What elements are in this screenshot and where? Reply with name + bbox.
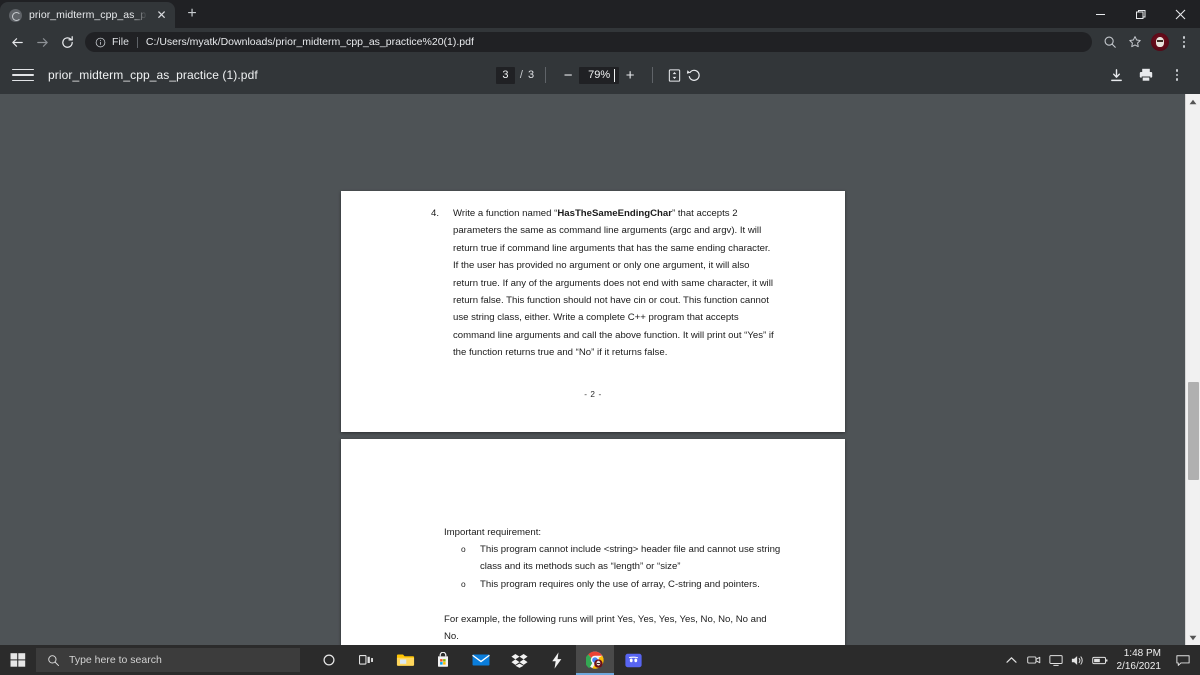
fit-page-icon[interactable] (664, 65, 684, 85)
microsoft-store-icon[interactable] (424, 645, 462, 675)
browser-tab[interactable]: prior_midterm_cpp_as_practice (1 ✕ (0, 2, 175, 28)
windows-start-icon[interactable] (0, 645, 36, 675)
close-icon[interactable]: ✕ (154, 8, 169, 23)
search-input[interactable]: Type here to search (36, 648, 300, 672)
volume-icon[interactable] (1067, 645, 1089, 675)
pdf-toolbar-actions (1106, 63, 1188, 87)
mail-icon[interactable] (462, 645, 500, 675)
file-explorer-icon[interactable] (386, 645, 424, 675)
search-icon (48, 654, 60, 666)
question-text-part2: ” that accepts 2 parameters the same as … (453, 208, 774, 359)
browser-toolbar: File C:/Users/myatk/Downloads/prior_midt… (0, 28, 1200, 56)
discord-icon[interactable] (614, 645, 652, 675)
page-number-input[interactable]: 3 (495, 66, 515, 84)
list-item: o This program requires only the use of … (444, 576, 784, 593)
bullet-marker-icon: o (461, 544, 466, 554)
pdf-page-2: 4. Write a function named “HasTheSameEnd… (341, 191, 845, 432)
zoom-in-button[interactable]: + (619, 64, 641, 86)
rotate-icon[interactable] (684, 65, 704, 85)
restore-icon[interactable] (1120, 0, 1160, 28)
cortana-icon[interactable] (310, 645, 348, 675)
windows-taskbar: Type here to search 1:48 PM 2/16/2021 (0, 645, 1200, 675)
clock-date: 2/16/2021 (1116, 661, 1162, 672)
chrome-browser-window: prior_midterm_cpp_as_practice (1 ✕ + (0, 0, 1200, 645)
scroll-down-arrow-icon[interactable] (1186, 630, 1200, 645)
clock-time: 1:48 PM (1123, 648, 1161, 659)
kebab-menu-icon[interactable] (1173, 30, 1195, 54)
battery-icon[interactable] (1089, 645, 1111, 675)
total-pages-label: 3 (527, 69, 535, 81)
address-bar[interactable]: File C:/Users/myatk/Downloads/prior_midt… (85, 32, 1092, 52)
pdf-page-3: Important requirement: o This program ca… (341, 439, 845, 645)
zoom-level-input[interactable]: 79% (579, 66, 620, 84)
question-4: 4. Write a function named “HasTheSameEnd… (431, 205, 776, 362)
globe-icon (9, 8, 22, 22)
forward-arrow-icon[interactable] (30, 30, 54, 54)
toolbar-divider (545, 67, 547, 83)
list-item: o This program cannot include <string> h… (444, 541, 784, 576)
zoom-out-button[interactable]: − (557, 64, 579, 86)
lightning-app-icon[interactable] (538, 645, 576, 675)
question-bold-term: HasTheSameEndingChar (557, 208, 672, 219)
download-icon[interactable] (1106, 65, 1126, 85)
hamburger-menu-icon[interactable] (12, 64, 34, 86)
reload-icon[interactable] (55, 30, 79, 54)
search-placeholder: Type here to search (69, 654, 162, 666)
print-icon[interactable] (1136, 65, 1156, 85)
notification-center-icon[interactable] (1170, 645, 1196, 675)
question-number: 4. (431, 208, 440, 219)
minimize-icon[interactable] (1080, 0, 1120, 28)
chrome-icon[interactable] (576, 645, 614, 675)
close-icon[interactable] (1160, 0, 1200, 28)
task-view-icon[interactable] (348, 645, 386, 675)
question-text-part1: Write a function named “ (453, 208, 558, 219)
requirement-list: o This program cannot include <string> h… (444, 541, 784, 593)
list-item-text: This program requires only the use of ar… (480, 578, 760, 590)
pdf-more-menu-icon[interactable] (1166, 63, 1188, 87)
text-caret (614, 68, 616, 82)
system-tray: 1:48 PM 2/16/2021 (1001, 645, 1200, 675)
page-separator: / (519, 69, 523, 81)
back-arrow-icon[interactable] (5, 30, 29, 54)
pdf-viewer-toolbar: prior_midterm_cpp_as_practice (1).pdf 3 … (0, 56, 1200, 94)
toolbar-divider-2 (652, 67, 654, 83)
window-controls (1080, 0, 1200, 28)
taskbar-app-icons (310, 645, 652, 675)
search-icon[interactable] (1098, 30, 1122, 54)
bullet-marker-icon: o (461, 578, 466, 589)
taskbar-clock[interactable]: 1:48 PM 2/16/2021 (1111, 647, 1171, 673)
toolbar-actions (1098, 30, 1195, 54)
tab-strip: prior_midterm_cpp_as_practice (1 ✕ + (0, 0, 1200, 28)
example-paragraph: For example, the following runs will pri… (444, 614, 767, 643)
scroll-up-arrow-icon[interactable] (1186, 94, 1200, 109)
star-icon[interactable] (1123, 30, 1147, 54)
question-text: Write a function named “HasTheSameEnding… (453, 205, 776, 362)
pdf-filename: prior_midterm_cpp_as_practice (1).pdf (48, 68, 258, 82)
display-icon[interactable] (1045, 645, 1067, 675)
info-circle-icon (95, 37, 106, 47)
list-item-text: This program cannot include <string> hea… (480, 544, 781, 573)
zoom-level-value: 79% (588, 69, 611, 81)
dropbox-icon[interactable] (500, 645, 538, 675)
tab-title: prior_midterm_cpp_as_practice (1 (29, 9, 147, 21)
url-text: C:/Users/myatk/Downloads/prior_midterm_c… (145, 36, 474, 48)
pdf-viewer-surface: 4. Write a function named “HasTheSameEnd… (0, 94, 1200, 645)
requirement-title: Important requirement: (444, 527, 542, 538)
page-footer-number: - 2 - (584, 390, 602, 399)
scrollbar-thumb[interactable] (1188, 382, 1199, 480)
new-tab-button[interactable]: + (179, 1, 205, 27)
omnibox-divider (136, 36, 138, 48)
camera-icon[interactable] (1023, 645, 1045, 675)
url-scheme-label: File (112, 36, 129, 48)
avatar[interactable] (1151, 33, 1169, 51)
show-hidden-icons-icon[interactable] (1001, 645, 1023, 675)
vertical-scrollbar[interactable] (1185, 94, 1200, 645)
